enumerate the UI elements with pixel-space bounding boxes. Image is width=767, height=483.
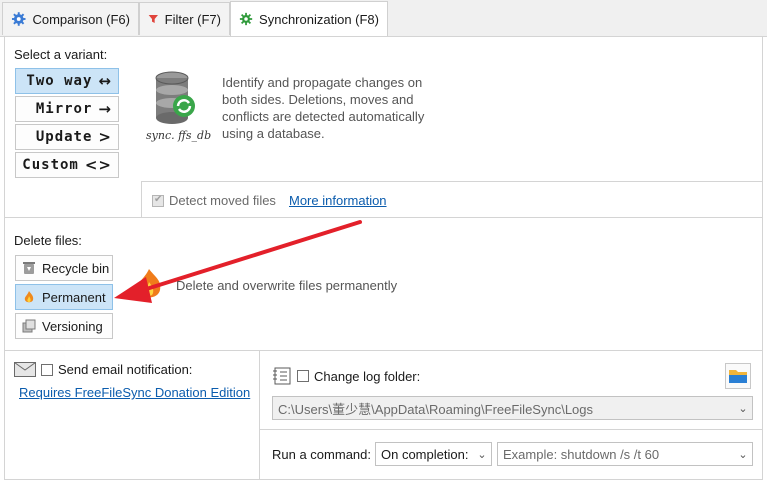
envelope-icon: [14, 362, 36, 377]
divider: [5, 350, 762, 351]
log-folder-path-field[interactable]: C:\Users\董少慧\AppData\Roaming\FreeFileSyn…: [272, 396, 753, 420]
email-row: Send email notification:: [14, 362, 192, 377]
command-input[interactable]: Example: shutdown /s /t 60 ⌄: [497, 442, 753, 466]
browse-folder-button[interactable]: [725, 363, 751, 389]
divider: [259, 350, 260, 479]
email-label: Send email notification:: [58, 362, 193, 377]
donation-edition-link[interactable]: Requires FreeFileSync Donation Edition: [19, 385, 250, 400]
chevron-down-icon: ⌄: [738, 402, 748, 415]
log-folder-row: Change log folder:: [272, 367, 420, 385]
command-placeholder: Example: shutdown /s /t 60: [503, 446, 660, 462]
log-folder-checkbox[interactable]: [297, 370, 309, 382]
chevron-down-icon: ⌄: [738, 448, 748, 461]
divider: [259, 429, 762, 430]
email-checkbox[interactable]: [41, 363, 53, 376]
log-folder-path: C:\Users\董少慧\AppData\Roaming\FreeFileSyn…: [278, 401, 594, 417]
log-folder-label: Change log folder:: [314, 368, 421, 384]
command-timing-value: On completion:: [381, 446, 469, 462]
log-notebook-icon: [273, 367, 291, 385]
chevron-down-icon: ⌄: [477, 448, 487, 461]
folder-icon: [729, 370, 747, 383]
command-timing-select[interactable]: On completion: ⌄: [375, 442, 492, 466]
run-command-label: Run a command:: [272, 447, 371, 462]
